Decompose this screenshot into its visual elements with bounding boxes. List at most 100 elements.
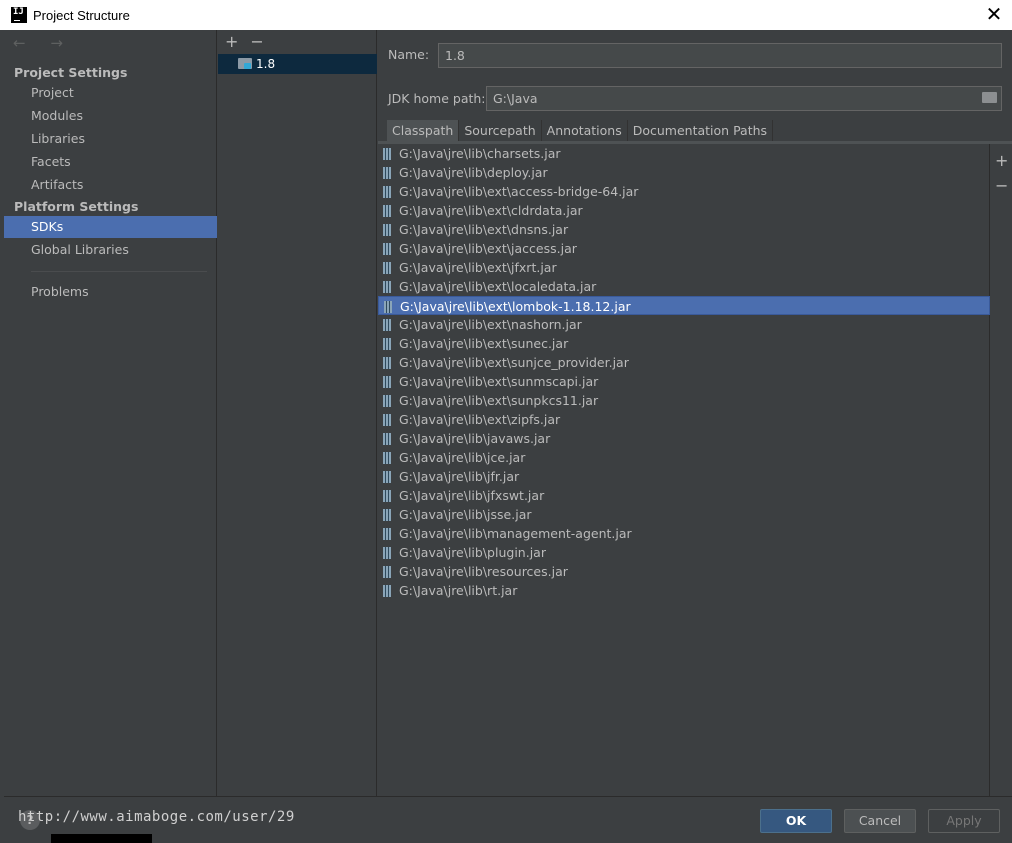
name-label: Name:: [388, 47, 430, 62]
classpath-path: G:\Java\jre\lib\jfr.jar: [399, 469, 520, 484]
classpath-path: G:\Java\jre\lib\ext\lombok-1.18.12.jar: [400, 299, 631, 314]
classpath-path: G:\Java\jre\lib\management-agent.jar: [399, 526, 632, 541]
classpath-path: G:\Java\jre\lib\ext\sunpkcs11.jar: [399, 393, 599, 408]
apply-button[interactable]: Apply: [928, 809, 1000, 833]
jar-icon: [383, 224, 391, 236]
classpath-row[interactable]: G:\Java\jre\lib\charsets.jar: [378, 144, 990, 163]
jar-icon: [383, 528, 391, 540]
jar-icon: [383, 547, 391, 559]
tab-classpath[interactable]: Classpath: [387, 120, 460, 141]
classpath-row[interactable]: G:\Java\jre\lib\javaws.jar: [378, 429, 990, 448]
classpath-row[interactable]: G:\Java\jre\lib\ext\sunec.jar: [378, 334, 990, 353]
name-field[interactable]: 1.8: [438, 43, 1002, 68]
close-icon[interactable]: ✕: [982, 3, 1006, 27]
classpath-row[interactable]: G:\Java\jre\lib\ext\dnsns.jar: [378, 220, 990, 239]
classpath-path: G:\Java\jre\lib\plugin.jar: [399, 545, 546, 560]
classpath-row[interactable]: G:\Java\jre\lib\jfxswt.jar: [378, 486, 990, 505]
add-classpath-button[interactable]: +: [995, 148, 1008, 173]
jar-icon: [383, 585, 391, 597]
classpath-row[interactable]: G:\Java\jre\lib\management-agent.jar: [378, 524, 990, 543]
classpath-row[interactable]: G:\Java\jre\lib\ext\sunmscapi.jar: [378, 372, 990, 391]
jdk-home-value: G:\Java: [493, 91, 538, 106]
remove-classpath-button[interactable]: −: [995, 173, 1008, 198]
jdk-home-field[interactable]: G:\Java: [486, 86, 1002, 111]
classpath-row[interactable]: G:\Java\jre\lib\jce.jar: [378, 448, 990, 467]
jar-icon: [383, 509, 391, 521]
classpath-row[interactable]: G:\Java\jre\lib\ext\jfxrt.jar: [378, 258, 990, 277]
jar-icon: [383, 186, 391, 198]
sdk-item[interactable]: 1.8: [218, 54, 377, 74]
classpath-path: G:\Java\jre\lib\ext\cldrdata.jar: [399, 203, 583, 218]
classpath-row[interactable]: G:\Java\jre\lib\jsse.jar: [378, 505, 990, 524]
classpath-path: G:\Java\jre\lib\resources.jar: [399, 564, 568, 579]
watermark-url: http://www.aimaboge.com/user/29: [18, 809, 295, 825]
classpath-row[interactable]: G:\Java\jre\lib\deploy.jar: [378, 163, 990, 182]
classpath-path: G:\Java\jre\lib\ext\jfxrt.jar: [399, 260, 557, 275]
classpath-path: G:\Java\jre\lib\jsse.jar: [399, 507, 532, 522]
classpath-path: G:\Java\jre\lib\ext\sunec.jar: [399, 336, 569, 351]
jar-icon: [384, 301, 392, 313]
classpath-path: G:\Java\jre\lib\jfxswt.jar: [399, 488, 545, 503]
classpath-row[interactable]: G:\Java\jre\lib\jfr.jar: [378, 467, 990, 486]
sdk-item-label: 1.8: [256, 57, 276, 71]
cancel-button[interactable]: Cancel: [844, 809, 916, 833]
classpath-row[interactable]: G:\Java\jre\lib\resources.jar: [378, 562, 990, 581]
nav-item-modules[interactable]: Modules: [4, 105, 217, 127]
classpath-path: G:\Java\jre\lib\ext\access-bridge-64.jar: [399, 184, 639, 199]
classpath-row[interactable]: G:\Java\jre\lib\ext\nashorn.jar: [378, 315, 990, 334]
classpath-row[interactable]: G:\Java\jre\lib\ext\cldrdata.jar: [378, 201, 990, 220]
back-forward-arrows[interactable]: ← →: [13, 34, 73, 52]
jar-icon: [383, 414, 391, 426]
jar-icon: [383, 338, 391, 350]
sdk-list-panel: + − 1.8: [218, 30, 377, 796]
classpath-path: G:\Java\jre\lib\rt.jar: [399, 583, 518, 598]
settings-nav: ← → Project Settings Project Modules Lib…: [4, 30, 217, 796]
watermark-badge: [51, 834, 152, 843]
jar-icon: [383, 262, 391, 274]
tab-annotations[interactable]: Annotations: [541, 120, 628, 141]
jar-icon: [383, 566, 391, 578]
classpath-path: G:\Java\jre\lib\javaws.jar: [399, 431, 551, 446]
nav-item-facets[interactable]: Facets: [4, 151, 217, 173]
sdk-toolbar: + −: [225, 32, 276, 51]
classpath-path: G:\Java\jre\lib\ext\jaccess.jar: [399, 241, 577, 256]
classpath-path: G:\Java\jre\lib\ext\nashorn.jar: [399, 317, 582, 332]
classpath-row[interactable]: G:\Java\jre\lib\ext\sunpkcs11.jar: [378, 391, 990, 410]
classpath-path: G:\Java\jre\lib\deploy.jar: [399, 165, 548, 180]
classpath-row[interactable]: G:\Java\jre\lib\ext\zipfs.jar: [378, 410, 990, 429]
classpath-row[interactable]: G:\Java\jre\lib\plugin.jar: [378, 543, 990, 562]
classpath-row[interactable]: G:\Java\jre\lib\ext\localedata.jar: [378, 277, 990, 296]
ok-button[interactable]: OK: [760, 809, 832, 833]
classpath-path: G:\Java\jre\lib\ext\localedata.jar: [399, 279, 597, 294]
classpath-row[interactable]: G:\Java\jre\lib\ext\sunjce_provider.jar: [378, 353, 990, 372]
jdk-folder-icon: [238, 58, 252, 69]
classpath-row[interactable]: G:\Java\jre\lib\rt.jar: [378, 581, 990, 600]
nav-item-artifacts[interactable]: Artifacts: [4, 174, 217, 196]
jdk-home-label: JDK home path:: [388, 91, 486, 106]
jar-icon: [383, 433, 391, 445]
nav-item-libraries[interactable]: Libraries: [4, 128, 217, 150]
remove-sdk-button[interactable]: −: [250, 32, 263, 51]
dialog-footer: ? http://www.aimaboge.com/user/29 OK Can…: [4, 796, 1012, 843]
classpath-path: G:\Java\jre\lib\ext\sunjce_provider.jar: [399, 355, 629, 370]
tab-sourcepath[interactable]: Sourcepath: [459, 120, 542, 141]
classpath-path: G:\Java\jre\lib\jce.jar: [399, 450, 526, 465]
nav-divider: [31, 271, 207, 272]
classpath-row-selected[interactable]: G:\Java\jre\lib\ext\lombok-1.18.12.jar: [378, 296, 990, 315]
nav-item-global-libraries[interactable]: Global Libraries: [4, 239, 217, 261]
classpath-path: G:\Java\jre\lib\charsets.jar: [399, 146, 561, 161]
classpath-row[interactable]: G:\Java\jre\lib\ext\access-bridge-64.jar: [378, 182, 990, 201]
nav-item-problems[interactable]: Problems: [4, 281, 217, 303]
sdk-details-panel: Name: 1.8 JDK home path: G:\Java Classpa…: [378, 30, 1012, 796]
browse-folder-icon[interactable]: [982, 92, 997, 103]
add-sdk-button[interactable]: +: [225, 32, 238, 51]
classpath-path: G:\Java\jre\lib\ext\zipfs.jar: [399, 412, 561, 427]
tab-documentation-paths[interactable]: Documentation Paths: [627, 120, 774, 141]
classpath-row[interactable]: G:\Java\jre\lib\ext\jaccess.jar: [378, 239, 990, 258]
project-settings-title: Project Settings: [14, 65, 128, 80]
nav-item-sdks[interactable]: SDKs: [4, 216, 217, 238]
nav-item-project[interactable]: Project: [4, 82, 217, 104]
classpath-list: G:\Java\jre\lib\charsets.jar G:\Java\jre…: [378, 144, 990, 796]
classpath-toolbar: + −: [995, 148, 1008, 198]
jar-icon: [383, 167, 391, 179]
